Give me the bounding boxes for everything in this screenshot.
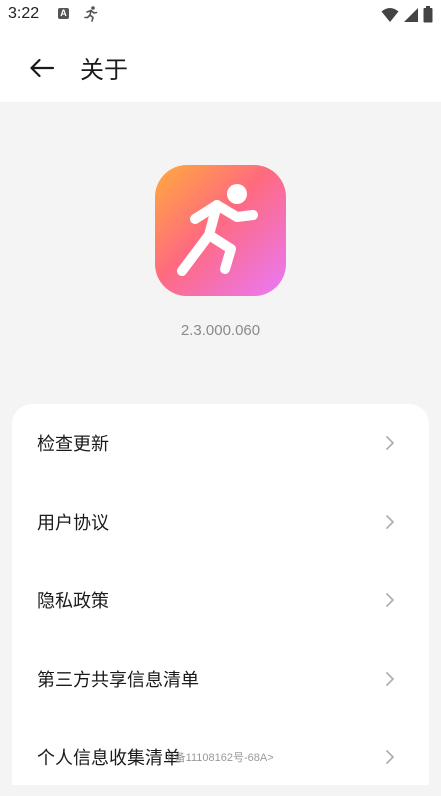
menu-item-label: 第三方共享信息清单: [37, 670, 199, 691]
chevron-right-icon: [386, 436, 394, 450]
status-right-icons: [381, 6, 433, 23]
menu-item-label: 用户协议: [37, 513, 109, 534]
chevron-right-icon: [386, 515, 394, 529]
icp-filing-link[interactable]: P备11108162号-68A>: [0, 749, 441, 765]
menu-item-label: 检查更新: [37, 434, 109, 455]
running-icon: [84, 6, 98, 22]
app-version: 2.3.000.060: [180, 322, 261, 339]
status-time: 3:22: [8, 5, 40, 22]
menu-item-check-update[interactable]: 检查更新: [12, 404, 429, 482]
app-header: 关于: [0, 30, 441, 102]
battery-icon: [423, 6, 433, 23]
text-notification-icon: A: [58, 8, 69, 19]
arrow-left-icon: [30, 58, 55, 78]
back-button[interactable]: [24, 50, 60, 86]
page-title: 关于: [80, 56, 128, 84]
menu-item-user-agreement[interactable]: 用户协议: [12, 483, 429, 561]
menu-item-third-party-sharing[interactable]: 第三方共享信息清单: [12, 640, 429, 718]
menu-item-privacy-policy[interactable]: 隐私政策: [12, 561, 429, 639]
settings-card: 检查更新 用户协议 隐私政策 第三方共享信息清单 个人信息收集清单: [12, 404, 429, 785]
running-man-icon: [177, 184, 258, 276]
wifi-icon: [381, 7, 399, 22]
app-logo: [155, 165, 286, 296]
status-bar: 3:22 A: [0, 0, 441, 30]
menu-item-label: 隐私政策: [37, 591, 109, 612]
chevron-right-icon: [386, 672, 394, 686]
chevron-right-icon: [386, 593, 394, 607]
signal-icon: [404, 7, 418, 22]
